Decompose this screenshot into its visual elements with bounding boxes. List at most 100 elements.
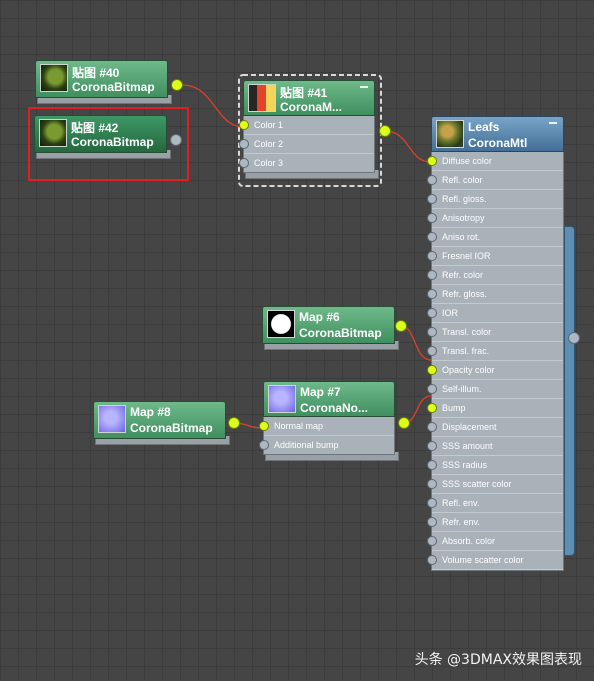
material-slot[interactable]: Refl. env. xyxy=(427,494,563,513)
leaf-texture-thumbnail xyxy=(39,119,67,147)
material-slot[interactable]: Transl. color xyxy=(427,323,563,342)
node-map7[interactable]: Map #7 CoronaNo... Normal map Additional… xyxy=(259,381,410,461)
input-port[interactable] xyxy=(427,479,437,489)
output-port[interactable] xyxy=(171,79,183,91)
slot-color-2[interactable]: Color 2 xyxy=(239,135,374,154)
input-port[interactable] xyxy=(427,175,437,185)
node-header[interactable]: Map #8 CoronaBitmap xyxy=(93,401,226,439)
input-port[interactable] xyxy=(427,308,437,318)
wire-map41-to-diffuse xyxy=(384,130,432,163)
input-port[interactable] xyxy=(259,440,269,450)
input-port[interactable] xyxy=(427,289,437,299)
material-side-tab xyxy=(564,226,575,556)
node-title: Map #7 xyxy=(300,385,341,399)
input-port[interactable] xyxy=(427,270,437,280)
output-port[interactable] xyxy=(379,125,391,137)
color-map-thumbnail xyxy=(248,84,276,112)
material-slot[interactable]: SSS radius xyxy=(427,456,563,475)
node-header[interactable]: Leafs CoronaMtl xyxy=(431,116,564,152)
output-port[interactable] xyxy=(395,320,407,332)
material-slot[interactable]: Bump xyxy=(427,399,563,418)
node-header[interactable]: Map #7 CoronaNo... xyxy=(263,381,395,417)
collapse-icon[interactable] xyxy=(549,122,557,124)
slot-label: Aniso rot. xyxy=(442,232,481,242)
material-slot[interactable]: Opacity color xyxy=(427,361,563,380)
node-type: CoronaBitmap xyxy=(299,326,382,340)
input-port[interactable] xyxy=(427,555,437,565)
material-slot[interactable]: Anisotropy xyxy=(427,209,563,228)
material-slot[interactable]: Refr. gloss. xyxy=(427,285,563,304)
output-port[interactable] xyxy=(398,417,410,429)
node-title: 贴图 #42 xyxy=(71,121,119,135)
slot-label: Color 1 xyxy=(254,120,284,130)
input-port[interactable] xyxy=(239,120,249,130)
node-type: CoronaBitmap xyxy=(71,135,154,149)
slot-label: Fresnel IOR xyxy=(442,251,491,261)
input-port[interactable] xyxy=(427,460,437,470)
material-preview-thumbnail xyxy=(436,120,464,148)
input-port[interactable] xyxy=(427,384,437,394)
material-slot[interactable]: Volume scatter color xyxy=(427,551,563,570)
node-map41[interactable]: 贴图 #41 CoronaM... Color 1 Color 2 Color … xyxy=(239,80,391,179)
input-port[interactable] xyxy=(239,139,249,149)
input-port[interactable] xyxy=(427,346,437,356)
input-port[interactable] xyxy=(427,365,437,375)
material-slot[interactable]: Self-illum. xyxy=(427,380,563,399)
material-slot[interactable]: Refl. color xyxy=(427,171,563,190)
material-slot[interactable]: Refr. env. xyxy=(427,513,563,532)
node-header[interactable]: 贴图 #41 CoronaM... xyxy=(243,80,375,116)
node-header[interactable]: 贴图 #42 CoronaBitmap xyxy=(34,115,167,153)
output-port[interactable] xyxy=(170,134,182,146)
material-slot[interactable]: Refl. gloss. xyxy=(427,190,563,209)
material-slot[interactable]: Displacement xyxy=(427,418,563,437)
input-port[interactable] xyxy=(427,517,437,527)
slot-label: Absorb. color xyxy=(442,536,496,546)
slot-color-3[interactable]: Color 3 xyxy=(239,154,374,172)
input-port[interactable] xyxy=(239,158,249,168)
node-type: CoronaMtl xyxy=(468,136,528,150)
input-port[interactable] xyxy=(427,232,437,242)
input-port[interactable] xyxy=(427,194,437,204)
material-slot[interactable]: SSS amount xyxy=(427,437,563,456)
node-type: CoronaM... xyxy=(280,100,342,114)
slot-label: IOR xyxy=(442,308,459,318)
material-slot[interactable]: Diffuse color xyxy=(427,152,563,171)
node-map42[interactable]: 贴图 #42 CoronaBitmap xyxy=(34,115,182,159)
node-title: Leafs xyxy=(468,120,500,134)
collapse-icon[interactable] xyxy=(360,86,368,88)
input-port[interactable] xyxy=(427,213,437,223)
output-port[interactable] xyxy=(228,417,240,429)
node-header[interactable]: Map #6 CoronaBitmap xyxy=(262,306,395,344)
node-map8[interactable]: Map #8 CoronaBitmap xyxy=(93,401,240,445)
opacity-mask-thumbnail xyxy=(267,310,295,338)
input-port[interactable] xyxy=(427,441,437,451)
input-port[interactable] xyxy=(427,422,437,432)
material-slot[interactable]: Transl. frac. xyxy=(427,342,563,361)
node-slots: Normal map Additional bump xyxy=(259,417,395,455)
output-port[interactable] xyxy=(568,332,580,344)
input-port[interactable] xyxy=(427,327,437,337)
slot-color-1[interactable]: Color 1 xyxy=(239,116,374,135)
slot-label: Self-illum. xyxy=(442,384,482,394)
node-leafs-material[interactable]: Leafs CoronaMtl Diffuse color Refl. color… xyxy=(427,116,580,571)
material-slot[interactable]: Refr. color xyxy=(427,266,563,285)
node-type: CoronaBitmap xyxy=(130,421,213,435)
material-slot[interactable]: IOR xyxy=(427,304,563,323)
input-port[interactable] xyxy=(259,421,269,431)
input-port[interactable] xyxy=(427,498,437,508)
material-slot[interactable]: Aniso rot. xyxy=(427,228,563,247)
material-slot[interactable]: Fresnel IOR xyxy=(427,247,563,266)
node-map40[interactable]: 贴图 #40 CoronaBitmap xyxy=(35,60,183,104)
input-port[interactable] xyxy=(427,251,437,261)
input-port[interactable] xyxy=(427,536,437,546)
slot-label: Diffuse color xyxy=(442,156,492,166)
input-port[interactable] xyxy=(427,156,437,166)
slot-normal-map[interactable]: Normal map xyxy=(259,417,394,436)
node-header[interactable]: 贴图 #40 CoronaBitmap xyxy=(35,60,168,98)
material-slot[interactable]: SSS scatter color xyxy=(427,475,563,494)
slot-additional-bump[interactable]: Additional bump xyxy=(259,436,394,454)
node-map6[interactable]: Map #6 CoronaBitmap xyxy=(262,306,407,350)
input-port[interactable] xyxy=(427,403,437,413)
material-slot[interactable]: Absorb. color xyxy=(427,532,563,551)
slot-label: Volume scatter color xyxy=(442,555,524,565)
